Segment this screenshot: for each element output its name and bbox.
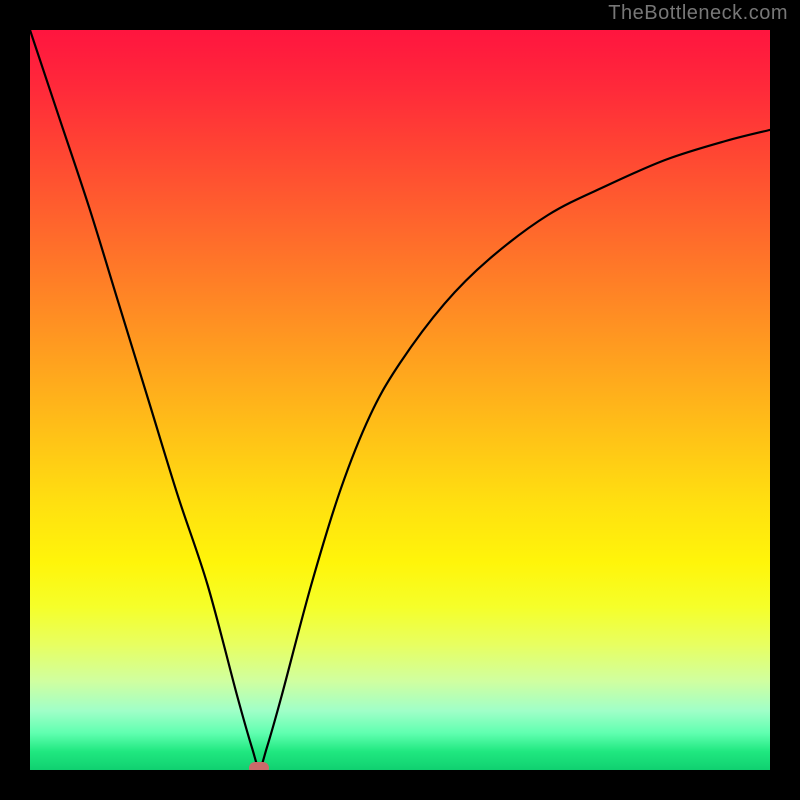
plot-area — [30, 30, 770, 770]
chart-frame: TheBottleneck.com — [0, 0, 800, 800]
bottleneck-curve — [30, 30, 770, 770]
watermark-text: TheBottleneck.com — [608, 2, 788, 25]
vertex-marker — [249, 762, 269, 770]
